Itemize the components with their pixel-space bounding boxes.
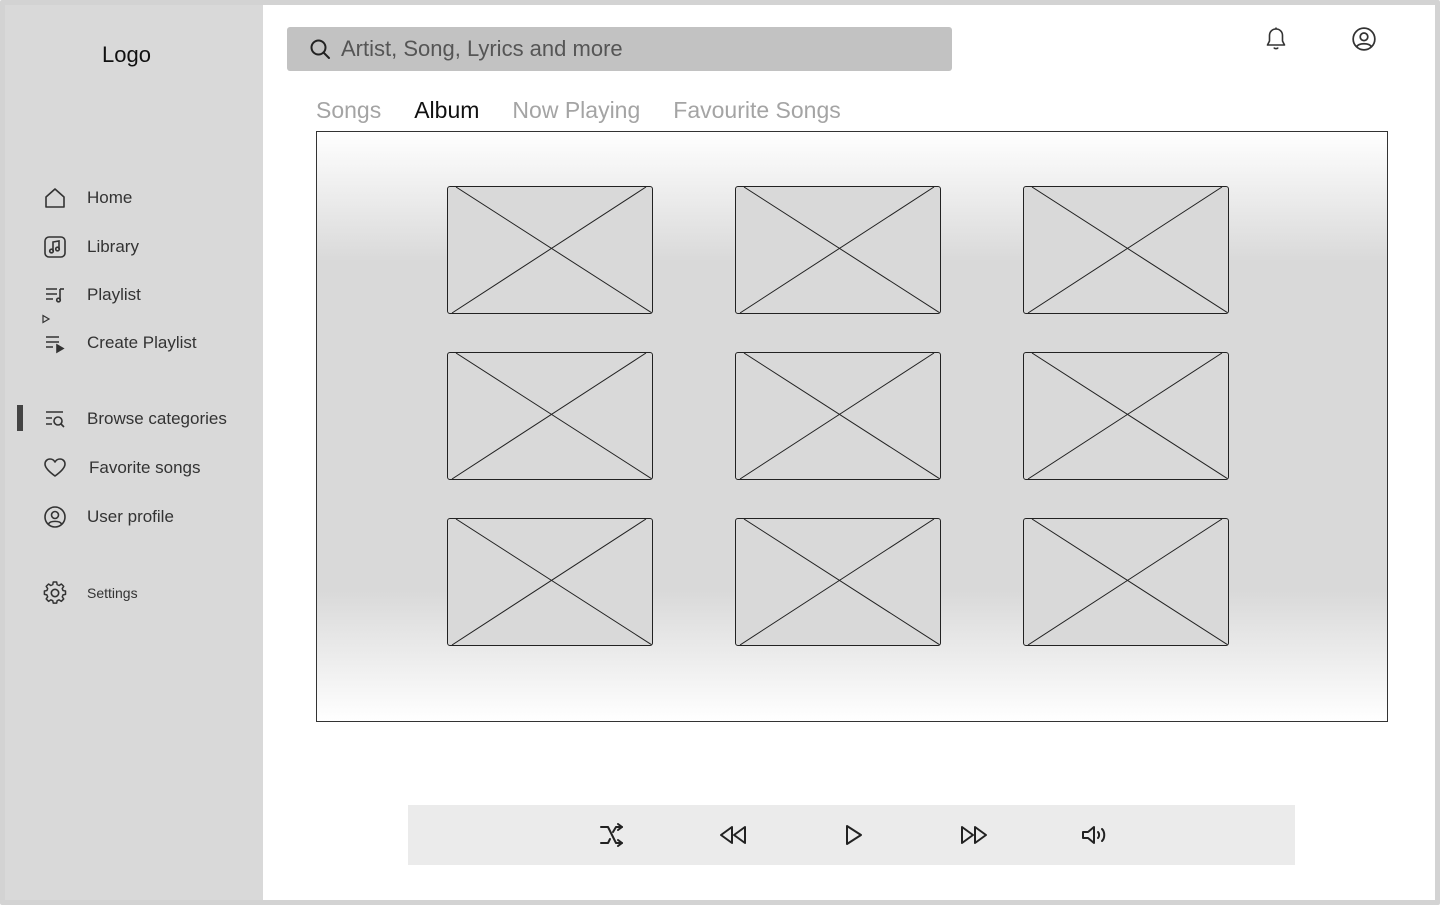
album-image-placeholder[interactable] — [447, 186, 653, 314]
sidebar-item-label: Create Playlist — [87, 333, 197, 352]
album-image-placeholder[interactable] — [735, 186, 941, 314]
sidebar-item-label: Playlist — [87, 285, 141, 304]
home-icon — [41, 184, 69, 212]
tab-now-playing[interactable]: Now Playing — [512, 97, 640, 129]
sidebar-item-settings[interactable]: Settings — [41, 578, 138, 608]
shuffle-icon[interactable] — [597, 820, 627, 850]
heart-icon — [41, 454, 69, 482]
sidebar-item-label: User profile — [87, 507, 174, 526]
user-circle-icon[interactable] — [1349, 24, 1379, 54]
tab-bar: Songs Album Now Playing Favourite Songs — [316, 97, 874, 129]
sidebar-item-playlist[interactable]: Playlist — [41, 280, 141, 310]
browse-search-icon — [41, 405, 69, 433]
sidebar: Logo Home Library Playlist Create Playli… — [5, 5, 263, 900]
search-bar[interactable]: Artist, Song, Lyrics and more — [287, 27, 952, 71]
tab-album[interactable]: Album — [414, 97, 479, 129]
play-icon[interactable] — [838, 820, 868, 850]
search-input[interactable]: Artist, Song, Lyrics and more — [341, 36, 623, 62]
fast-forward-icon[interactable] — [959, 820, 989, 850]
album-image-placeholder[interactable] — [447, 518, 653, 646]
search-icon — [307, 36, 333, 62]
logo: Logo — [102, 42, 151, 67]
bell-icon[interactable] — [1261, 24, 1291, 54]
sidebar-item-user-profile[interactable]: User profile — [41, 502, 174, 532]
active-indicator — [17, 405, 23, 431]
expand-arrow-icon[interactable] — [41, 311, 51, 329]
create-playlist-icon — [41, 329, 69, 357]
sidebar-item-label: Settings — [87, 585, 138, 601]
sidebar-item-library[interactable]: Library — [41, 232, 139, 262]
sidebar-item-create-playlist[interactable]: Create Playlist — [41, 328, 197, 358]
music-library-icon — [41, 233, 69, 261]
sidebar-item-home[interactable]: Home — [41, 183, 132, 213]
player-bar — [408, 805, 1295, 865]
sidebar-item-label: Favorite songs — [89, 458, 201, 477]
sidebar-item-browse-categories[interactable]: Browse categories — [41, 404, 227, 434]
sidebar-item-label: Library — [87, 237, 139, 256]
album-image-placeholder[interactable] — [447, 352, 653, 480]
user-circle-icon — [41, 503, 69, 531]
sidebar-item-label: Home — [87, 188, 133, 207]
tab-favourite-songs[interactable]: Favourite Songs — [673, 97, 840, 129]
album-image-placeholder[interactable] — [1023, 518, 1229, 646]
album-image-placeholder[interactable] — [1023, 186, 1229, 314]
rewind-icon[interactable] — [718, 820, 748, 850]
tab-songs[interactable]: Songs — [316, 97, 381, 129]
sidebar-item-favorite-songs[interactable]: Favorite songs — [41, 453, 201, 483]
album-grid — [316, 131, 1388, 722]
volume-icon[interactable] — [1080, 820, 1110, 850]
album-image-placeholder[interactable] — [1023, 352, 1229, 480]
playlist-icon — [41, 281, 69, 309]
gear-icon — [41, 579, 69, 607]
album-image-placeholder[interactable] — [735, 352, 941, 480]
album-image-placeholder[interactable] — [735, 518, 941, 646]
sidebar-item-label: Browse categories — [87, 409, 227, 428]
